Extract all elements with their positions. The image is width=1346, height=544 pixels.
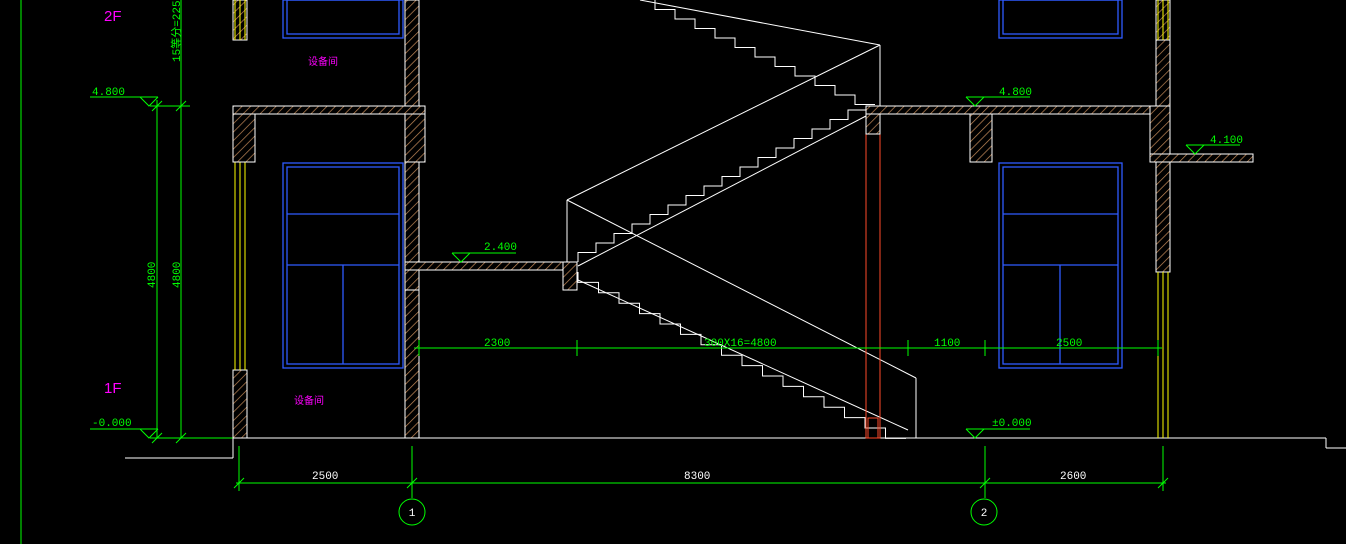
level-marker-left-ground: [90, 428, 159, 439]
grid-axis-1-label: 1: [409, 508, 416, 520]
window-upper-left: [282, 0, 404, 39]
right-outer-wall: [1149, 0, 1171, 273]
left-glazing: [234, 0, 246, 370]
stair-flight-lower: [577, 272, 906, 439]
stair-flight-above: [654, 0, 875, 105]
bottom-dim-1: 2500: [312, 471, 338, 483]
grid-axis-2-label: 2: [981, 508, 988, 520]
left-inner-wall: [404, 0, 426, 439]
interior-dim-1: 2300: [484, 338, 510, 350]
floor-label-2f: 2F: [104, 8, 122, 25]
stair-flights: [566, 0, 917, 439]
room-label-upper-left: 设备间: [308, 55, 338, 68]
elevation-right-0: ±0.000: [992, 418, 1032, 430]
stair-riser-note: 15等分=2250: [169, 0, 184, 62]
left-height-dim-b: 4800: [172, 262, 184, 288]
right-floor-slab: [865, 105, 1167, 163]
level-marker-right-ground: [965, 428, 1030, 439]
elevation-left-0: -0.000: [92, 418, 132, 430]
left-floor-slab: [232, 105, 426, 163]
interior-dim-4: 2500: [1056, 338, 1082, 350]
window-lower-left: [282, 162, 404, 369]
stair-flight-upper: [577, 109, 866, 262]
elevation-right-4800: 4.800: [999, 87, 1032, 99]
floor-label-1f: 1F: [104, 380, 122, 397]
level-marker-landing: [451, 252, 516, 263]
window-upper-right: [998, 0, 1123, 39]
canopy: [1149, 153, 1254, 163]
stair-column: [865, 109, 881, 439]
bottom-dim-2: 8300: [684, 471, 710, 483]
elevation-landing: 2.400: [484, 242, 517, 254]
elevation-left-4800: 4.800: [92, 87, 125, 99]
interior-dim-2: 300X16=4800: [704, 338, 777, 350]
elevation-canopy: 4.100: [1210, 135, 1243, 147]
bottom-dim-3: 2600: [1060, 471, 1086, 483]
left-dimension-lines: [20, 0, 240, 544]
cad-section-drawing: 2F 1F 15等分=2250 4800 4800 4.800 -0.000 设…: [20, 0, 1346, 544]
interior-dimension-line: [414, 340, 1162, 356]
landing-slab: [404, 261, 578, 291]
room-label-lower-left: 设备间: [294, 394, 324, 407]
interior-dim-3: 1100: [934, 338, 960, 350]
left-height-dim-a: 4800: [147, 262, 159, 288]
